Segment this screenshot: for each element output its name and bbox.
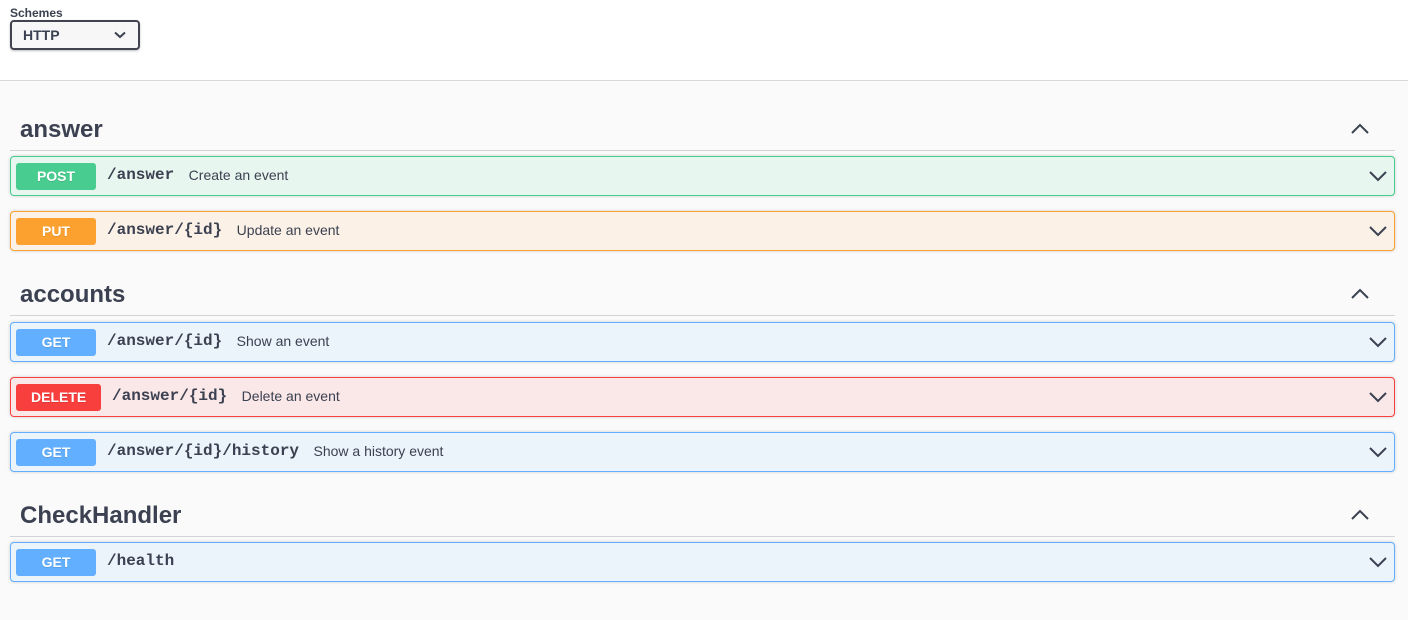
operation-summary: Delete an event (241, 388, 340, 404)
operation-path: /answer/{id}/history (107, 442, 300, 460)
chevron-down-icon[interactable] (1368, 555, 1388, 569)
method-badge: GET (16, 549, 96, 576)
method-badge: POST (16, 163, 96, 190)
operation-get-answer-id-history[interactable]: GET /answer/{id}/history Show a history … (10, 432, 1395, 472)
method-badge: PUT (16, 218, 96, 245)
section-header-accounts[interactable]: accounts (10, 276, 1395, 316)
chevron-down-icon[interactable] (1368, 445, 1388, 459)
method-badge: DELETE (16, 384, 102, 411)
section-title: answer (20, 116, 103, 143)
section-title: CheckHandler (20, 502, 182, 529)
operation-path: /answer (107, 166, 175, 184)
operation-get-answer-id[interactable]: GET /answer/{id} Show an event (10, 322, 1395, 362)
schemes-bar: Schemes HTTP (0, 0, 1408, 81)
scheme-select[interactable]: HTTP (10, 20, 140, 50)
section-header-answer[interactable]: answer (10, 111, 1395, 151)
operation-path: /answer/{id} (112, 387, 228, 405)
schemes-label: Schemes (10, 6, 63, 20)
chevron-down-icon[interactable] (1368, 224, 1388, 238)
operation-delete-answer-id[interactable]: DELETE /answer/{id} Delete an event (10, 377, 1395, 417)
chevron-down-icon[interactable] (1368, 390, 1388, 404)
operation-summary: Show an event (236, 333, 330, 349)
section-header-checkhandler[interactable]: CheckHandler (10, 497, 1395, 537)
operation-get-health[interactable]: GET /health (10, 542, 1395, 582)
operation-summary: Create an event (188, 167, 289, 183)
operation-path: /answer/{id} (107, 221, 223, 239)
scheme-selected-value: HTTP (23, 27, 60, 43)
operation-summary: Update an event (236, 222, 340, 238)
chevron-up-icon[interactable] (1351, 509, 1369, 521)
chevron-up-icon[interactable] (1351, 288, 1369, 300)
operation-post-answer[interactable]: POST /answer Create an event (10, 156, 1395, 196)
method-badge: GET (16, 439, 96, 466)
chevron-up-icon[interactable] (1351, 123, 1369, 135)
method-badge: GET (16, 329, 96, 356)
chevron-down-icon[interactable] (1368, 335, 1388, 349)
operation-put-answer-id[interactable]: PUT /answer/{id} Update an event (10, 211, 1395, 251)
chevron-down-icon[interactable] (1368, 169, 1388, 183)
operation-summary: Show a history event (313, 443, 444, 459)
chevron-down-icon (114, 31, 126, 39)
operation-path: /health (107, 552, 175, 570)
section-title: accounts (20, 281, 126, 308)
operation-path: /answer/{id} (107, 332, 223, 350)
